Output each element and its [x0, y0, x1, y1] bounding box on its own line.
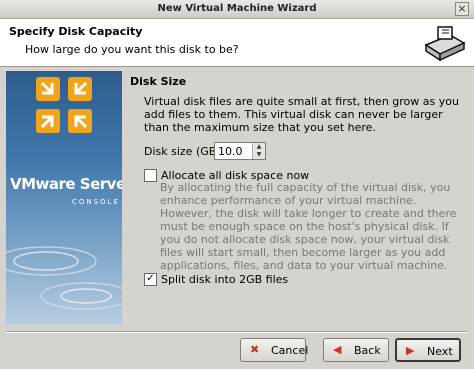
cancel-label: Cancel — [271, 344, 309, 357]
footer-separator — [6, 331, 468, 333]
next-button[interactable]: ▶ Next — [395, 338, 461, 362]
page-subtitle: How large do you want this disk to be? — [25, 43, 239, 56]
spinner-down-icon[interactable]: ▼ — [253, 151, 265, 159]
wizard-header: Specify Disk Capacity How large do you w… — [0, 19, 474, 67]
allocate-checkbox[interactable] — [144, 169, 157, 182]
disk-size-panel: Disk Size Virtual disk files are quite s… — [130, 71, 470, 325]
disk-drive-icon — [420, 21, 468, 65]
split-label[interactable]: Split disk into 2GB files — [161, 273, 288, 286]
vmware-logo-icon — [36, 77, 92, 133]
title-bar: New Virtual Machine Wizard × — [0, 0, 474, 19]
disk-size-input[interactable] — [215, 143, 255, 159]
cancel-button[interactable]: ✖ Cancel — [240, 338, 309, 362]
page-title: Specify Disk Capacity — [9, 25, 143, 38]
next-label: Next — [427, 345, 453, 358]
window-title: New Virtual Machine Wizard — [157, 3, 317, 14]
disk-size-spinner[interactable]: ▲ ▼ — [214, 142, 266, 160]
section-title: Disk Size — [130, 75, 187, 88]
disk-size-label: Disk size (GB): — [144, 145, 225, 158]
disk-size-description: Virtual disk files are quite small at fi… — [144, 95, 459, 134]
back-label: Back — [354, 344, 381, 357]
close-window-button[interactable]: × — [455, 2, 469, 16]
allocate-description: By allocating the full capacity of the v… — [160, 181, 457, 272]
vmware-banner: VMware Server CONSOLE — [6, 71, 122, 325]
banner-brand: VMware Server — [10, 175, 122, 193]
spinner-arrows: ▲ ▼ — [252, 143, 265, 159]
split-checkbox[interactable]: ✓ — [144, 273, 157, 286]
spinner-up-icon[interactable]: ▲ — [253, 143, 265, 151]
next-arrow-icon: ▶ — [406, 344, 415, 357]
water-ripples — [6, 246, 122, 310]
back-arrow-icon: ◀ — [333, 343, 342, 356]
banner-tagline: CONSOLE — [72, 198, 120, 206]
cancel-x-icon: ✖ — [250, 343, 260, 356]
back-button[interactable]: ◀ Back — [323, 338, 389, 362]
